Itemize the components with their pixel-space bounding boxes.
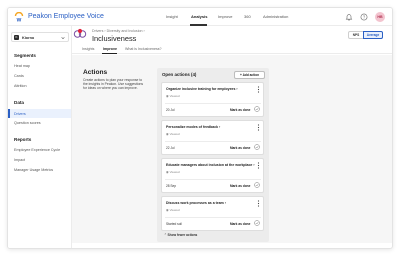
notifications-bell-icon[interactable] — [345, 13, 353, 21]
mark-as-done-button[interactable]: Mark as done — [230, 222, 250, 226]
actions-heading: Actions — [83, 69, 108, 76]
check-circle-icon[interactable] — [254, 182, 260, 188]
nav-360[interactable]: 360 — [244, 14, 251, 19]
tab-what-is-inclusiveness[interactable]: What is Inclusiveness? — [125, 47, 162, 51]
svg-text:w: w — [16, 18, 22, 22]
action-title[interactable]: Personalize modes of feedback › — [166, 125, 220, 129]
actions-description: Create actions to plan your response to … — [83, 78, 144, 91]
sidebar-item-drivers[interactable]: Drivers — [14, 112, 26, 116]
inclusiveness-icon — [73, 28, 87, 38]
help-icon[interactable]: ? — [360, 13, 368, 21]
nav-analysis[interactable]: Analysis — [191, 14, 207, 19]
breadcrumb[interactable]: Drivers › Diversity and Inclusion › — [92, 29, 145, 33]
add-action-button[interactable]: + Add action — [234, 71, 265, 79]
nav-insight[interactable]: Insight — [166, 14, 178, 19]
open-actions-panel: Open actions (4) + Add action Organize i… — [157, 68, 269, 242]
more-options-icon[interactable] — [257, 86, 260, 93]
action-status: ◉ Viewed — [166, 208, 180, 212]
action-status: ◉ Viewed — [166, 132, 180, 136]
chevron-down-icon — [61, 36, 65, 39]
sidebar-heading-reports: Reports — [14, 137, 32, 142]
svg-text:?: ? — [363, 15, 366, 20]
sidebar: K Kiorno Segments Heat map Cards Attriti… — [8, 26, 72, 248]
sidebar-item-question-scores[interactable]: Question scores — [14, 121, 41, 125]
open-actions-title: Open actions (4) — [162, 72, 197, 77]
action-card[interactable]: Organize inclusive training for employee… — [161, 82, 264, 117]
show-fewer-actions-link[interactable]: ⌃ Show fewer actions — [164, 233, 197, 237]
sidebar-item-heat-map[interactable]: Heat map — [14, 64, 30, 68]
action-date: 22 Jul — [166, 145, 175, 150]
more-options-icon[interactable] — [257, 162, 260, 169]
more-options-icon[interactable] — [257, 124, 260, 131]
action-status: ◉ Viewed — [166, 94, 180, 98]
action-title[interactable]: Educate managers about inclusion at the … — [166, 163, 255, 167]
app-window: w Peakon Employee Voice Insight Analysis… — [7, 7, 393, 249]
mark-as-done-button[interactable]: Mark as done — [230, 146, 250, 150]
sidebar-item-manager-usage-metrics[interactable]: Manager Usage Metrics — [14, 168, 53, 172]
check-circle-icon[interactable] — [254, 220, 260, 226]
toggle-nps-button[interactable]: NPS — [348, 31, 364, 39]
action-date: 20 Jul — [166, 107, 175, 112]
nav-active-indicator — [190, 24, 207, 26]
card-divider — [165, 217, 261, 218]
action-status: ◉ Viewed — [166, 170, 180, 174]
action-title[interactable]: Discuss work processes as a team › — [166, 201, 226, 205]
action-date: 28 Sep — [166, 183, 177, 188]
mark-as-done-button[interactable]: Mark as done — [230, 108, 250, 112]
action-card[interactable]: Personalize modes of feedback › ◉ Viewed… — [161, 120, 264, 155]
action-title[interactable]: Organize inclusive training for employee… — [166, 87, 238, 91]
tab-insights[interactable]: Insights — [82, 47, 94, 51]
team-selector[interactable]: K Kiorno — [11, 32, 69, 42]
nav-improve[interactable]: Improve — [218, 14, 232, 19]
check-circle-icon[interactable] — [254, 144, 260, 150]
card-divider — [165, 141, 261, 142]
sidebar-active-indicator — [8, 109, 10, 118]
tab-improve[interactable]: Improve — [103, 47, 117, 51]
sidebar-item-employee-experience-cycle[interactable]: Employee Experience Cycle — [14, 148, 60, 152]
card-divider — [165, 103, 261, 104]
sidebar-item-cards[interactable]: Cards — [14, 74, 24, 78]
tab-active-indicator — [102, 53, 117, 55]
mark-as-done-button[interactable]: Mark as done — [230, 184, 250, 188]
action-card[interactable]: Discuss work processes as a team › ◉ Vie… — [161, 196, 264, 231]
sidebar-heading-segments: Segments — [14, 53, 36, 58]
team-name: Kiorno — [22, 35, 35, 40]
brand-title[interactable]: Peakon Employee Voice — [28, 13, 104, 20]
sidebar-item-impact[interactable]: Impact — [14, 158, 25, 162]
card-divider — [165, 179, 261, 180]
team-badge: K — [14, 35, 19, 40]
workday-logo-icon[interactable]: w — [14, 12, 24, 22]
toggle-average-button[interactable]: Average — [363, 31, 383, 39]
top-bar: w Peakon Employee Voice Insight Analysis… — [8, 8, 392, 26]
nav-administration[interactable]: Administration — [263, 14, 288, 19]
check-circle-icon[interactable] — [254, 106, 260, 112]
more-options-icon[interactable] — [257, 200, 260, 207]
user-avatar[interactable]: HB — [375, 12, 385, 22]
sidebar-heading-data: Data — [14, 100, 24, 105]
action-date: Started soil — [166, 221, 182, 226]
page-tabs: Insights Improve What is Inclusiveness? — [72, 44, 392, 55]
action-card[interactable]: Educate managers about inclusion at the … — [161, 158, 264, 193]
sidebar-item-attrition[interactable]: Attrition — [14, 84, 27, 88]
page-title: Inclusiveness — [92, 33, 137, 43]
